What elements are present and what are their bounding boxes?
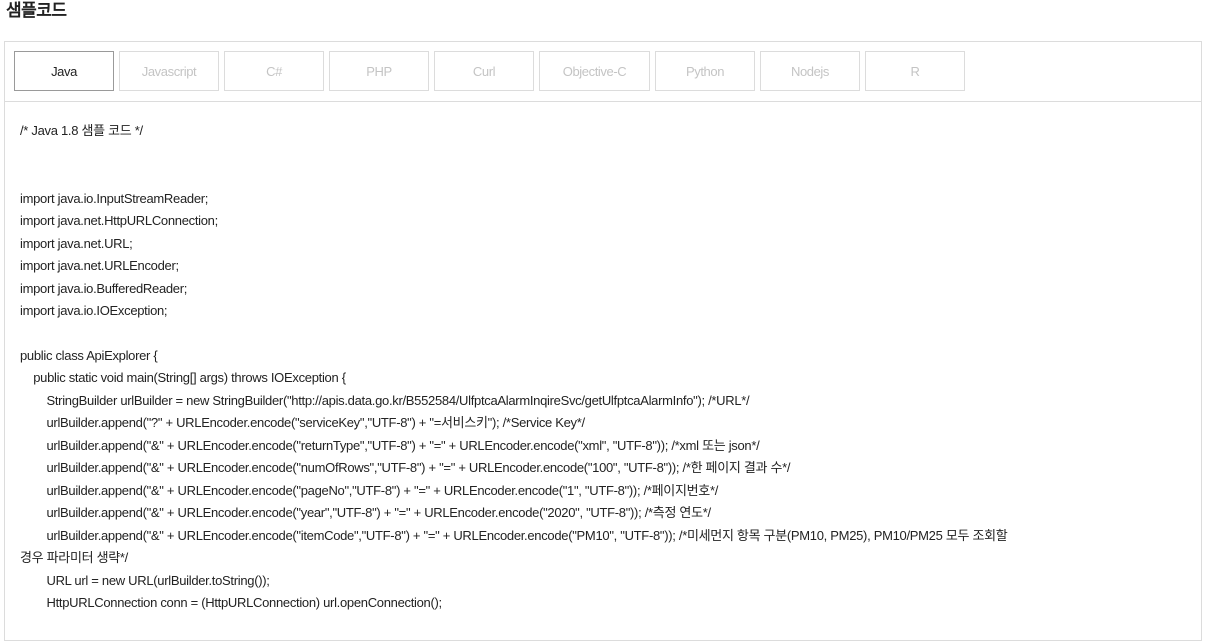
code-line: urlBuilder.append("&" + URLEncoder.encod… — [20, 527, 1008, 543]
section-title: 샘플코드 — [6, 1, 67, 21]
code-block: /* Java 1.8 샘플 코드 */ import java.io.Inpu… — [20, 112, 1190, 615]
code-line: HttpURLConnection conn = (HttpURLConnect… — [20, 595, 442, 610]
code-line: import java.io.InputStreamReader; — [20, 190, 209, 206]
tab-nodejs[interactable]: Nodejs — [760, 51, 860, 91]
code-line: URL url = new URL(urlBuilder.toString())… — [20, 572, 270, 588]
code-line: public class ApiExplorer { — [20, 347, 158, 363]
code-line: import java.net.URLEncoder; — [20, 258, 179, 273]
tab-python[interactable]: Python — [655, 51, 755, 91]
code-line: urlBuilder.append("?" + URLEncoder.encod… — [20, 415, 585, 430]
tab-objective-c[interactable]: Objective-C — [539, 51, 650, 91]
tab-java[interactable]: Java — [14, 51, 114, 91]
sample-code-panel: Java Javascript C# PHP Curl Objective-C … — [4, 41, 1202, 641]
code-line: import java.io.IOException; — [20, 303, 168, 318]
code-line: public static void main(String[] args) t… — [20, 370, 346, 385]
code-line: urlBuilder.append("&" + URLEncoder.encod… — [20, 505, 711, 520]
tab-curl[interactable]: Curl — [434, 51, 534, 91]
tab-php[interactable]: PHP — [329, 51, 429, 91]
code-comment: /* Java 1.8 샘플 코드 */ — [20, 123, 143, 138]
code-line: StringBuilder urlBuilder = new StringBui… — [20, 392, 750, 408]
tab-javascript[interactable]: Javascript — [119, 51, 219, 91]
code-line: urlBuilder.append("&" + URLEncoder.encod… — [20, 460, 791, 475]
code-line: urlBuilder.append("&" + URLEncoder.encod… — [20, 482, 719, 498]
code-line: import java.net.URL; — [20, 235, 133, 251]
code-line: 경우 파라미터 생략*/ — [20, 550, 128, 565]
code-line: urlBuilder.append("&" + URLEncoder.encod… — [20, 437, 760, 453]
tab-csharp[interactable]: C# — [224, 51, 324, 91]
code-line: import java.io.BufferedReader; — [20, 280, 188, 296]
language-tabs: Java Javascript C# PHP Curl Objective-C … — [5, 42, 1201, 102]
code-line: import java.net.HttpURLConnection; — [20, 213, 218, 228]
tab-r[interactable]: R — [865, 51, 965, 91]
